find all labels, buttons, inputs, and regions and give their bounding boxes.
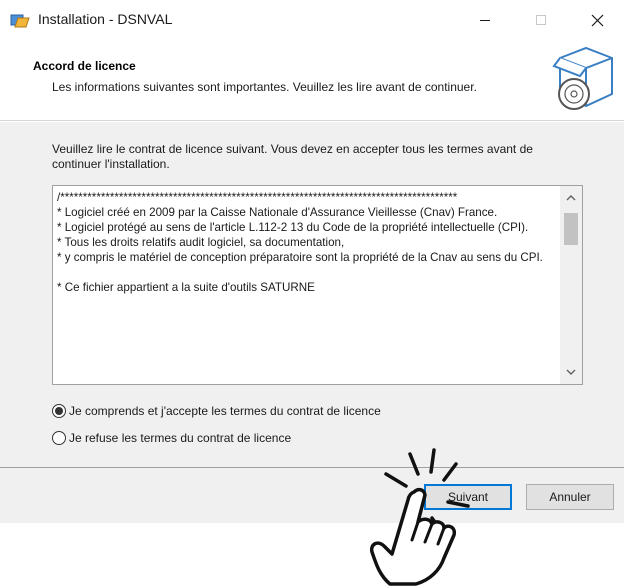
installer-app-icon <box>10 14 30 28</box>
close-button[interactable] <box>574 4 620 36</box>
installer-window: Installation - DSNVAL Accord de licence … <box>0 0 624 588</box>
chevron-down-icon <box>566 369 576 375</box>
maximize-icon <box>536 15 546 25</box>
chevron-up-icon <box>566 195 576 201</box>
accept-label: Je comprends et j'accepte les termes du … <box>69 404 381 418</box>
minimize-icon <box>480 20 490 21</box>
wizard-footer: Suivant Annuler <box>0 468 624 523</box>
scroll-up-button[interactable] <box>560 190 582 206</box>
window-title: Installation - DSNVAL <box>38 11 173 27</box>
tap-hand-icon <box>369 448 470 586</box>
radio-selected-dot <box>55 407 63 415</box>
license-scrollbar[interactable] <box>560 186 582 384</box>
wizard-body: Veuillez lire le contrat de licence suiv… <box>0 122 624 467</box>
scroll-down-button[interactable] <box>560 364 582 380</box>
page-title: Accord de licence <box>33 59 136 73</box>
setup-box-cd-icon <box>552 46 613 110</box>
minimize-button[interactable] <box>462 4 508 36</box>
scroll-thumb[interactable] <box>564 213 578 245</box>
accept-radio[interactable] <box>52 404 66 418</box>
license-text: /***************************************… <box>57 191 543 294</box>
close-icon <box>591 14 603 26</box>
refuse-radio[interactable] <box>52 431 66 445</box>
refuse-label: Je refuse les termes du contrat de licen… <box>69 431 292 445</box>
license-instruction: Veuillez lire le contrat de licence suiv… <box>52 142 533 171</box>
title-bar: Installation - DSNVAL <box>0 0 624 40</box>
cancel-button[interactable]: Annuler <box>526 484 614 510</box>
wizard-header: Accord de licence Les informations suiva… <box>0 40 624 120</box>
refuse-license-option[interactable]: Je refuse les termes du contrat de licen… <box>52 431 291 445</box>
page-subtitle: Les informations suivantes sont importan… <box>52 80 477 94</box>
accept-license-option[interactable]: Je comprends et j'accepte les termes du … <box>52 404 381 418</box>
license-textbox[interactable]: /***************************************… <box>52 185 583 385</box>
maximize-button[interactable] <box>518 4 564 36</box>
